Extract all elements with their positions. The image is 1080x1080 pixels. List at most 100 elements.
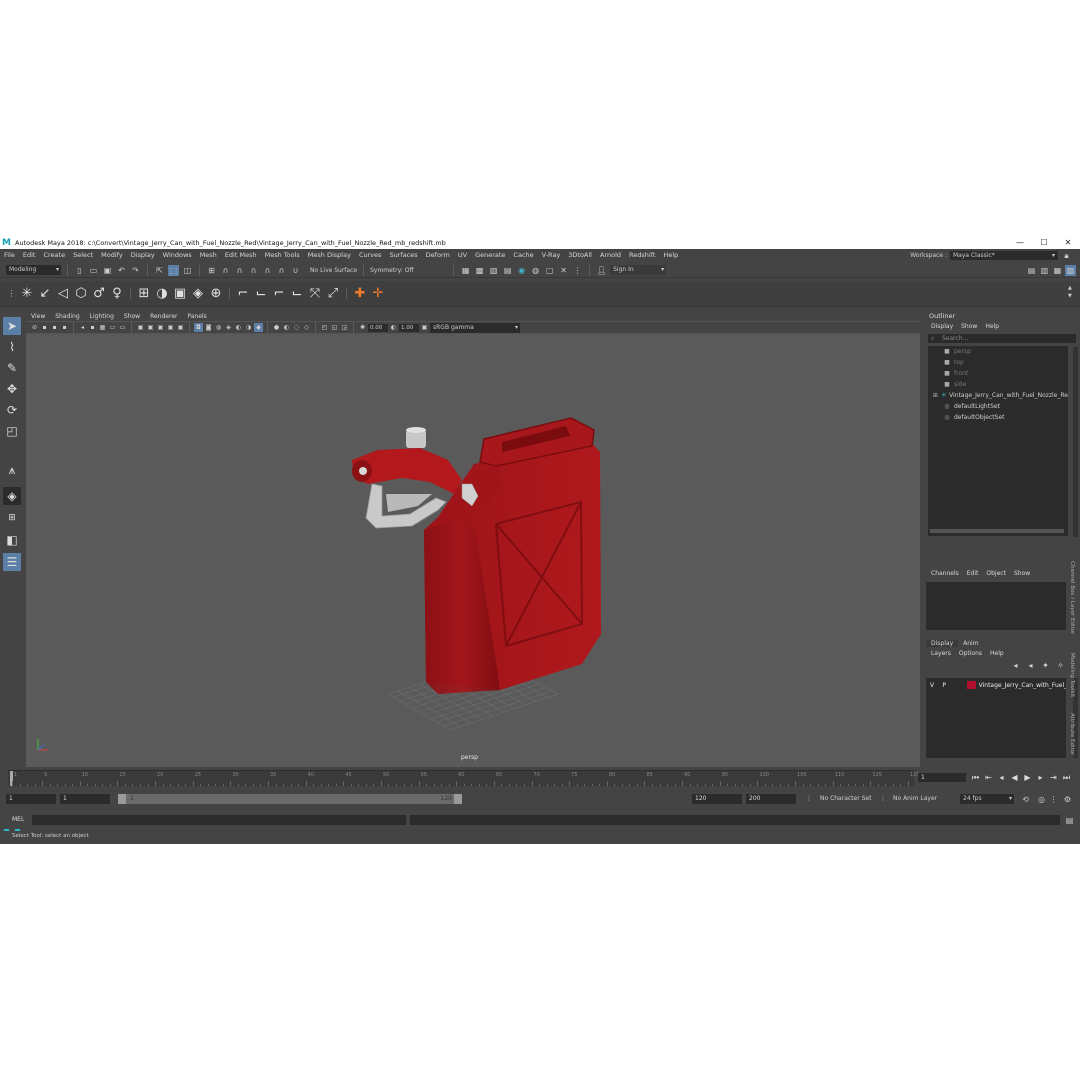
time-slider-bar[interactable]: 1 5 10 15 20 25 30 35 40 45 50 55 60 65 70 75 80 85 90 95 10… [8, 770, 920, 786]
range-start-handle[interactable] [118, 794, 126, 804]
attribute-editor-toggle-icon[interactable]: ▥ [1039, 265, 1050, 276]
shelf-scroll-up-icon[interactable]: ▲ [1068, 285, 1076, 291]
expand-icon[interactable]: ⊞ [932, 390, 939, 401]
channel-box-menu-edit[interactable]: Edit [963, 570, 983, 577]
snap-point-icon[interactable]: ∩ [234, 265, 245, 276]
scale-tool-icon[interactable]: ◰ [3, 422, 21, 440]
outliner-vscrollbar[interactable] [1073, 347, 1078, 537]
select-object-icon[interactable]: ⬚ [168, 264, 179, 276]
outliner-item-persp[interactable]: ■ persp [928, 346, 1068, 357]
outliner-item-default-object-set[interactable]: ◎ defaultObjectSet [928, 412, 1068, 423]
gate-mask-icon[interactable]: ▣ [136, 323, 145, 332]
sign-in-dropdown[interactable]: Sign In [610, 265, 667, 275]
open-scene-icon[interactable]: ▭ [88, 265, 99, 276]
step-forward-key-icon[interactable]: ⇥ [1048, 772, 1059, 783]
snap-surface-icon[interactable]: ∩ [262, 265, 273, 276]
smooth-shade-icon[interactable]: ◘ [194, 323, 203, 332]
new-layer-icon[interactable]: ✦ [1040, 660, 1051, 671]
menu-uv[interactable]: UV [454, 251, 471, 259]
shelf-tab-menu-icon[interactable]: ⋮ [6, 288, 17, 299]
point-constraint-icon[interactable]: ⌙ [253, 286, 269, 302]
tab-display[interactable]: Display [926, 639, 959, 647]
minimize-button[interactable]: — [1008, 238, 1032, 247]
channel-box-menu-channels[interactable]: Channels [927, 570, 963, 577]
channel-box-body[interactable] [926, 582, 1066, 630]
selection-handle-icon[interactable]: ✛ [370, 286, 386, 302]
ik-handle-icon[interactable]: ◁ [55, 286, 71, 302]
animation-preferences-icon[interactable]: ⚙ [1062, 794, 1073, 805]
persp-outliner-layout-icon[interactable]: ◧ [3, 531, 21, 549]
outliner-menu-show[interactable]: Show [957, 323, 981, 330]
view-transform-dropdown[interactable]: sRGB gamma [430, 322, 520, 333]
outliner-menu-display[interactable]: Display [927, 323, 957, 330]
gamma-icon[interactable]: ◐ [389, 323, 398, 332]
shadows-icon[interactable]: ◑ [244, 323, 253, 332]
resolution-gate-icon[interactable]: ▭ [118, 323, 127, 332]
menu-curves[interactable]: Curves [355, 251, 386, 259]
bind-skin-icon[interactable]: ⬡ [73, 286, 89, 302]
menu-help[interactable]: Help [659, 251, 682, 259]
camera-attributes-icon[interactable]: ▪ [40, 323, 49, 332]
close-button[interactable]: ✕ [1056, 238, 1080, 247]
menu-file[interactable]: File [0, 251, 19, 259]
outliner-item-jerry-can[interactable]: ⊞ ✳ Vintage_Jerry_Can_with_Fuel_Nozzle_Re [928, 390, 1068, 401]
play-forwards-icon[interactable]: ▶ [1022, 772, 1033, 783]
exposure-field[interactable]: 0.00 [368, 323, 388, 332]
shelf-scroll-down-icon[interactable]: ▼ [1068, 293, 1076, 299]
joint-tool-icon[interactable]: ↙ [37, 286, 53, 302]
undo-icon[interactable]: ↶ [116, 265, 127, 276]
step-forward-frame-icon[interactable]: ▸ [1035, 772, 1046, 783]
live-surface-label[interactable]: No Live Surface [310, 267, 357, 274]
symmetry-dropdown[interactable]: Symmetry: Off [370, 267, 414, 274]
animation-start-field[interactable]: 1 [6, 794, 56, 804]
menu-3dtoall[interactable]: 3DtoAll [564, 251, 596, 259]
aim-constraint-icon[interactable]: ⤧ [307, 286, 323, 302]
step-back-key-icon[interactable]: ⇤ [983, 772, 994, 783]
modeling-toolkit-toggle-icon[interactable]: ▤ [1026, 265, 1037, 276]
humanik-icon[interactable]: ♂ [91, 286, 107, 302]
use-lights-icon[interactable]: ◐ [234, 323, 243, 332]
outliner-hscrollbar[interactable] [930, 529, 1064, 533]
depth-of-field-icon[interactable]: ◱ [330, 323, 339, 332]
wireframe-on-shaded-icon[interactable]: ◙ [204, 323, 213, 332]
viewport-menu-show[interactable]: Show [119, 313, 145, 320]
layer-color-swatch[interactable] [967, 681, 976, 689]
rotate-tool-icon[interactable]: ⟳ [3, 401, 21, 419]
maximize-button[interactable]: ☐ [1032, 238, 1056, 247]
wrap-deformer-icon[interactable]: ◈ [190, 286, 206, 302]
grease-pencil-icon[interactable]: ▪ [88, 323, 97, 332]
loop-icon[interactable]: ⟲ [1020, 794, 1031, 805]
user-icon[interactable]: 👤︎ [596, 265, 607, 276]
fps-dropdown[interactable]: 24 fps [960, 794, 1014, 804]
motion-blur-icon[interactable]: ◇ [302, 323, 311, 332]
lattice-icon[interactable]: ⊞ [136, 286, 152, 302]
range-end-handle[interactable] [454, 794, 462, 804]
shelf-scroll[interactable]: ▲ ▼ [1068, 285, 1076, 303]
image-plane-icon[interactable]: ▪ [60, 323, 69, 332]
move-layer-down-icon[interactable]: ◂ [1025, 660, 1036, 671]
auto-key-options-icon[interactable]: ⋮ [1048, 794, 1059, 805]
outliner-item-default-light-set[interactable]: ◎ defaultLightSet [928, 401, 1068, 412]
exposure-icon[interactable]: ✺ [358, 323, 367, 332]
bookmark-icon[interactable]: ▪ [50, 323, 59, 332]
outliner-menu-help[interactable]: Help [981, 323, 1003, 330]
safe-title-icon[interactable]: ▣ [166, 323, 175, 332]
character-set-dropdown[interactable]: No Character Set [820, 794, 871, 804]
move-layer-up-icon[interactable]: ◂ [1010, 660, 1021, 671]
safe-action-icon[interactable]: ▣ [156, 323, 165, 332]
layer-playback-toggle[interactable]: P [942, 682, 951, 689]
mel-language-toggle[interactable]: MEL [12, 815, 24, 825]
save-scene-icon[interactable]: ▣ [102, 265, 113, 276]
screen-space-icon[interactable]: ◲ [340, 323, 349, 332]
layer-menu-layers[interactable]: Layers [927, 650, 955, 657]
select-tool-icon[interactable]: ➤ [3, 317, 21, 335]
menu-edit-mesh[interactable]: Edit Mesh [221, 251, 261, 259]
outliner-layout-icon[interactable]: ☰ [3, 553, 21, 571]
menu-redshift[interactable]: Redshift [625, 251, 659, 259]
select-hierarchy-icon[interactable]: ⇱ [154, 265, 165, 276]
menu-generate[interactable]: Generate [471, 251, 509, 259]
channel-box-menu-object[interactable]: Object [982, 570, 1010, 577]
play-backwards-icon[interactable]: ◀ [1009, 772, 1020, 783]
orient-constraint-icon[interactable]: ⌐ [271, 286, 287, 302]
cluster-icon[interactable]: ◑ [154, 286, 170, 302]
